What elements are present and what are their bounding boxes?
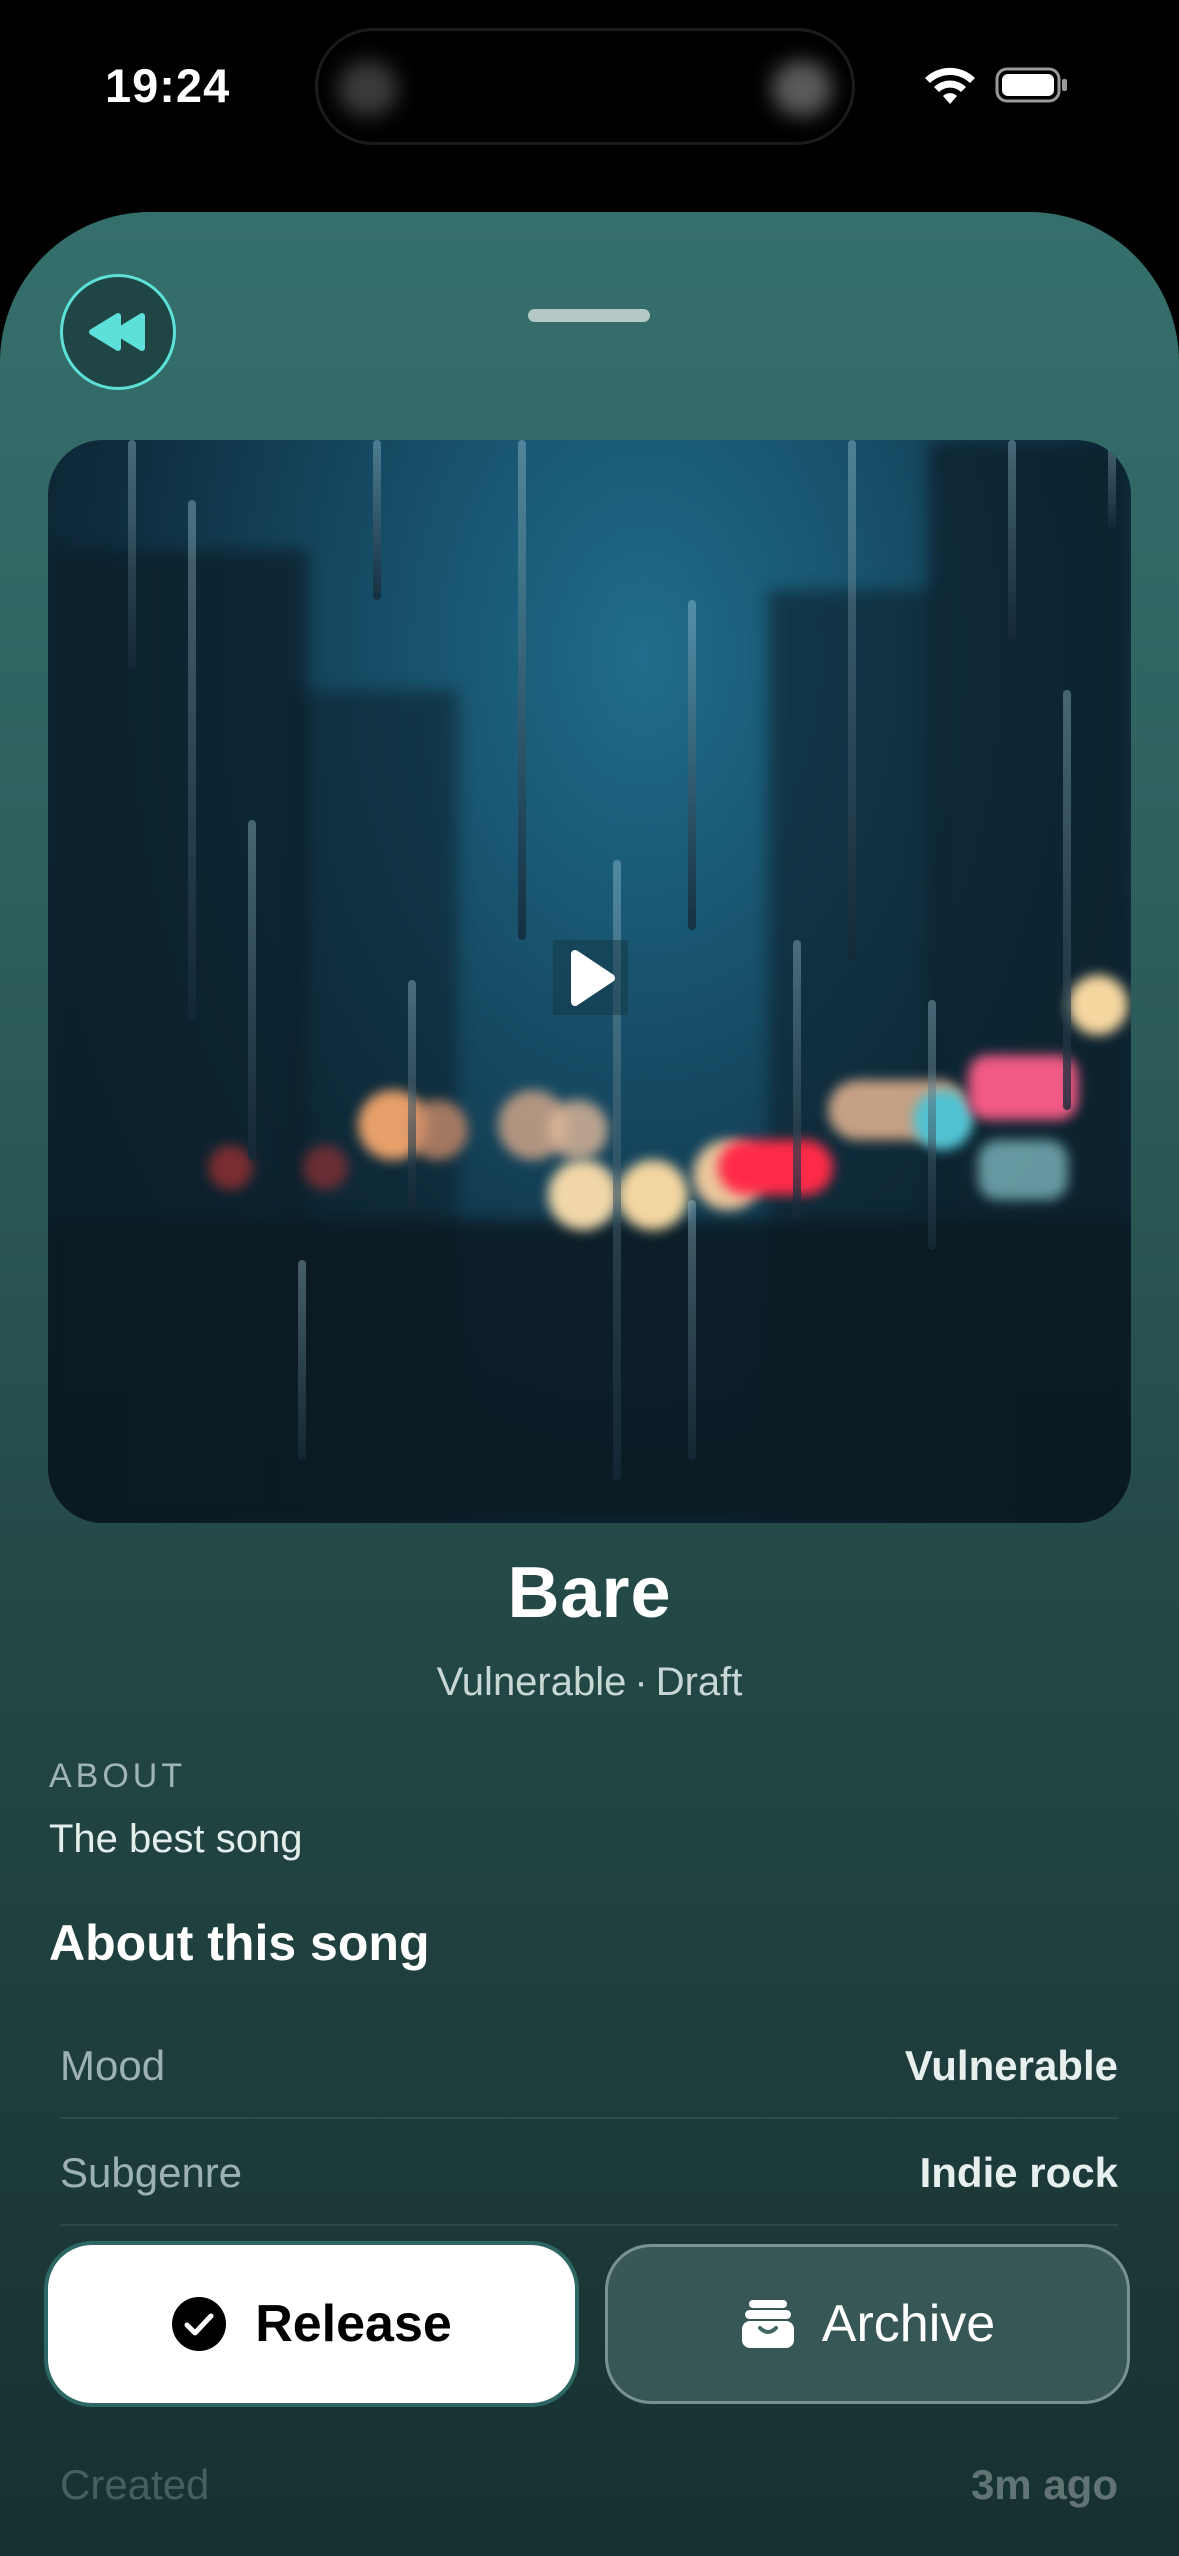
archive-box-icon [741, 2300, 794, 2348]
play-icon [570, 949, 615, 1006]
detail-label: Mood [60, 2042, 166, 2089]
detail-label: Created [60, 2461, 210, 2508]
detail-value: Vulnerable [904, 2042, 1118, 2089]
archive-label: Archive [821, 2295, 996, 2353]
subtitle-separator: · [634, 1660, 648, 1704]
battery-icon [995, 67, 1067, 103]
about-label: ABOUT [49, 1757, 187, 1795]
checkmark-circle-icon [172, 2297, 227, 2351]
song-mood: Vulnerable [436, 1660, 627, 1704]
about-text: The best song [49, 1817, 303, 1861]
detail-value: 3m ago [970, 2461, 1118, 2508]
sheet-grabber[interactable] [528, 309, 650, 322]
section-title: About this song [49, 1915, 430, 1971]
status-bar: 19:24 [0, 0, 1179, 180]
status-time: 19:24 [105, 59, 231, 112]
detail-row-subgenre: Subgenre Indie rock [60, 2119, 1118, 2226]
play-button[interactable] [553, 940, 628, 1015]
archive-button[interactable]: Archive [605, 2244, 1130, 2404]
song-status: Draft [655, 1660, 743, 1704]
detail-row-mood: Mood Vulnerable [60, 2012, 1118, 2119]
rewind-icon [89, 313, 145, 351]
song-subtitle: Vulnerable · Draft [0, 1660, 1179, 1705]
song-title: Bare [507, 1553, 672, 1633]
song-detail-sheet: Bare Vulnerable · Draft ABOUT The best son… [0, 212, 1179, 2556]
back-button[interactable] [60, 274, 176, 390]
detail-label: Subgenre [60, 2149, 243, 2196]
dynamic-island [315, 28, 855, 145]
album-artwork [48, 440, 1131, 1523]
release-button[interactable]: Release [44, 2241, 579, 2407]
release-label: Release [255, 2295, 452, 2353]
detail-value: Indie rock [919, 2149, 1118, 2196]
wifi-icon [925, 67, 975, 104]
detail-row-created: Created 3m ago [60, 2431, 1118, 2536]
